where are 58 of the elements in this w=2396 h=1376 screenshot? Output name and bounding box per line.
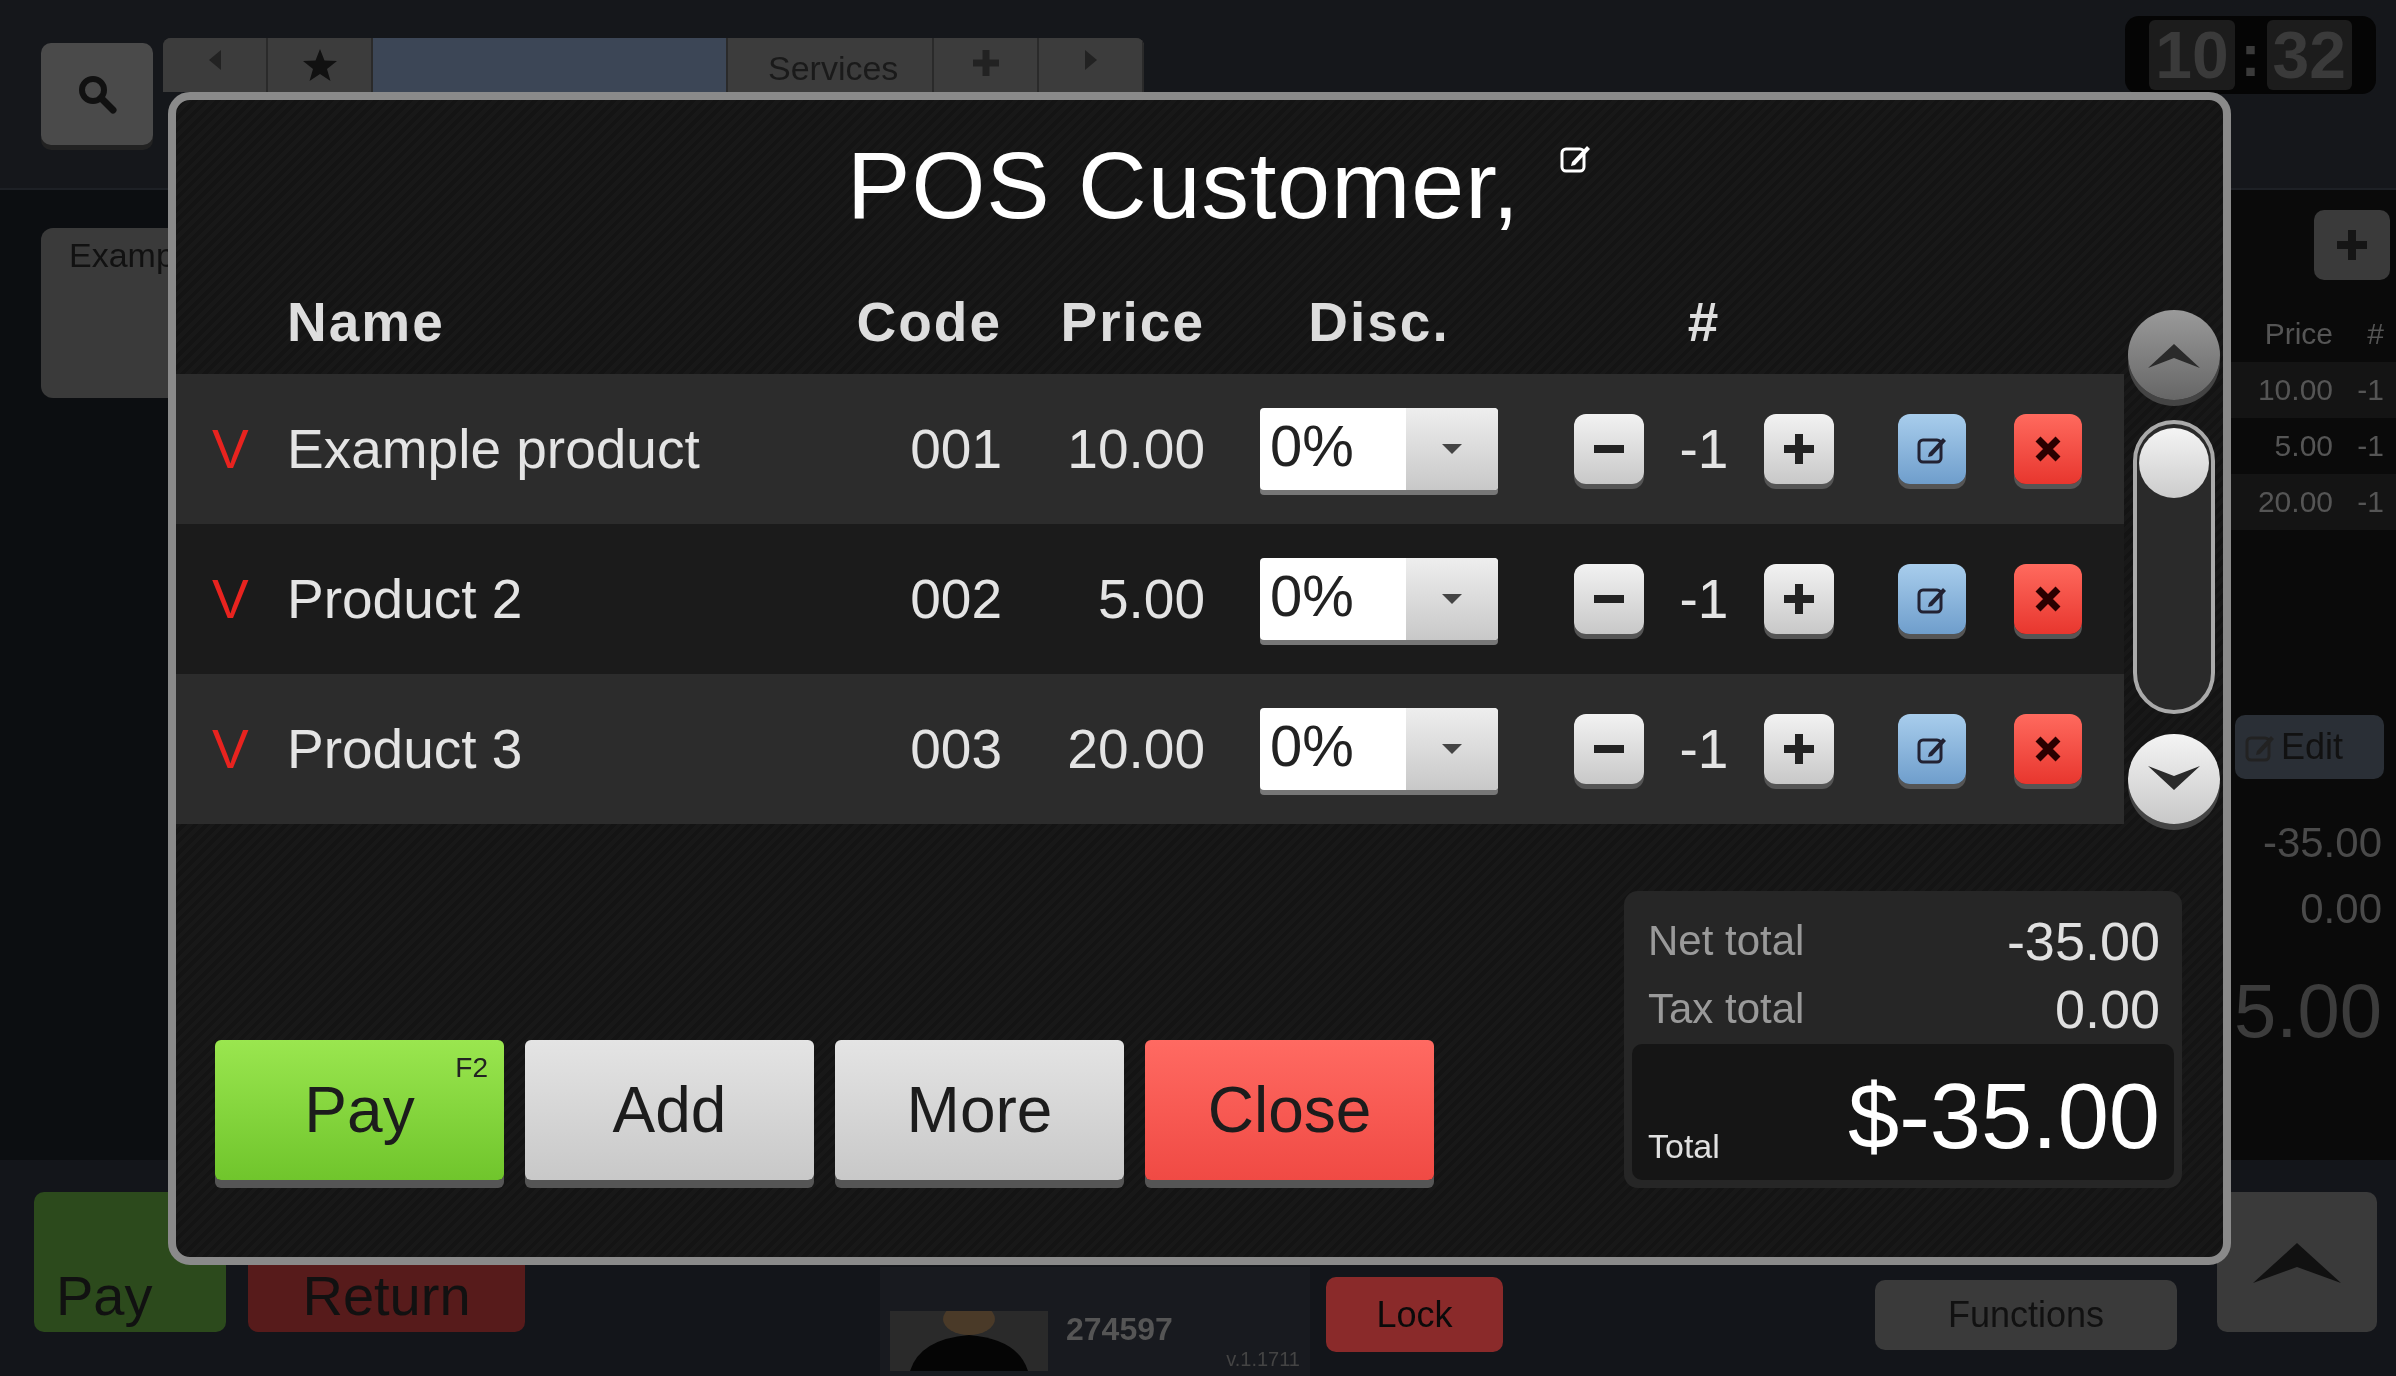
star-icon [301,48,338,82]
product-code: 003 [909,717,1002,781]
total-value: $-35.00 [1847,1066,2160,1166]
plus-icon [1784,434,1814,464]
product-code: 001 [909,417,1002,481]
plus-icon [1784,734,1814,764]
dropdown-caret-icon [1441,593,1463,605]
void-mark: V [212,417,250,481]
table-cell-text: 20.00 [2256,485,2333,519]
column-header: Code [855,290,1002,354]
table-cell-text: -1 [2356,373,2384,407]
product-price: 10.00 [1066,417,1205,481]
plus-icon [1784,584,1814,614]
table-cell-text: 5.00 [2273,429,2333,463]
table-cell-text: -1 [2356,485,2384,519]
close-icon [2035,436,2061,462]
close-icon [2035,736,2061,762]
scrollbar-thumb[interactable] [2138,428,2209,499]
table-cell-text: -1 [2356,429,2384,463]
tax-total-label: Tax total [1648,985,1805,1033]
close-icon [2035,586,2061,612]
expand-button[interactable] [2217,1192,2377,1332]
column-header: Price [2263,317,2333,351]
plus-icon [970,48,1001,78]
quantity-value: -1 [1678,417,1730,481]
quantity-value: -1 [1678,717,1730,781]
column-header: Name [287,290,446,354]
search-icon [77,74,117,114]
user-id: 274597 [1066,1311,1174,1348]
dropdown-caret-icon [1441,743,1463,755]
product-code: 002 [909,567,1002,631]
total-label: Total [1648,1127,1720,1166]
net-total-value: -35.00 [2006,910,2160,972]
plus-icon [2335,228,2369,262]
minus-icon [1594,745,1624,753]
table-cell-text: 10.00 [2256,373,2333,407]
dropdown-caret-icon [1441,443,1463,455]
tax-total-value: 0.00 [2054,978,2160,1040]
void-mark: V [212,717,250,781]
net-total-value: -35.00 [2262,819,2382,867]
minus-icon [1594,595,1624,603]
column-header: # [2366,317,2384,351]
tax-total-value: 0.00 [2300,885,2382,933]
product-name: Product 3 [287,717,524,781]
product-price: 5.00 [1096,567,1205,631]
column-header: Disc. [1307,290,1451,354]
minus-icon [1594,445,1624,453]
dialog-title: POS Customer, [847,130,1520,240]
column-header: # [1686,290,1722,354]
product-name: Product 2 [287,567,524,631]
clock-separator: : [2240,20,2261,90]
shortcut-label: F2 [455,1052,488,1084]
quantity-value: -1 [1678,567,1730,631]
net-total-label: Net total [1648,917,1805,965]
void-mark: V [212,567,250,631]
product-name: Example product [287,417,701,481]
product-price: 20.00 [1066,717,1205,781]
column-header: Price [1059,290,1205,354]
